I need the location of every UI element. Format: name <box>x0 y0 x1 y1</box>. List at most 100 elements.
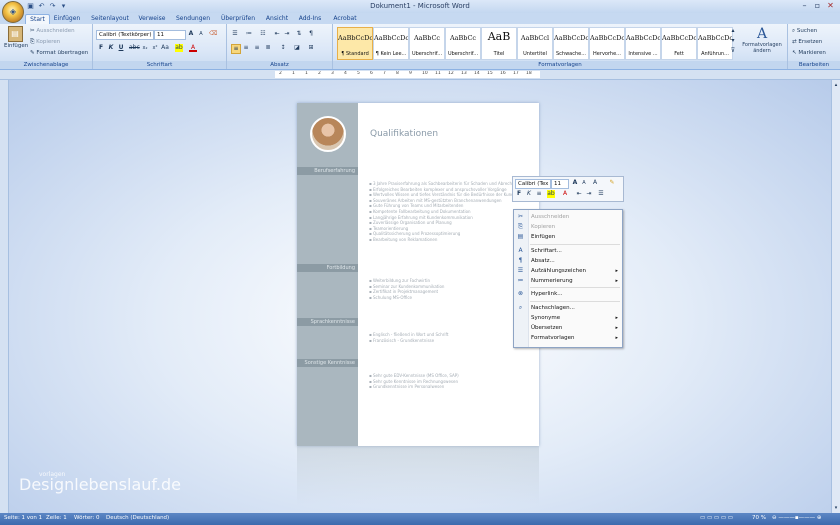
bold-icon[interactable]: F <box>97 44 105 52</box>
align-left-icon[interactable]: ≡ <box>231 44 241 54</box>
italic-icon[interactable]: K <box>107 44 115 52</box>
menu-item[interactable]: A Schriftart... <box>514 246 622 256</box>
menu-item[interactable]: Synonyme ▸ <box>514 313 622 323</box>
scroll-up-icon[interactable]: ▴ <box>833 82 839 88</box>
gallery-up-icon[interactable]: ▴ <box>729 27 737 35</box>
menu-item[interactable]: ¶ Absatz... <box>514 256 622 266</box>
mini-highlight-icon[interactable]: ab <box>547 190 555 198</box>
menu-item[interactable]: Übersetzen ▸ <box>514 323 622 333</box>
underline-icon[interactable]: U <box>117 44 125 52</box>
mini-bold-icon[interactable]: F <box>515 190 523 198</box>
mini-increase-indent-icon[interactable]: ⇥ <box>585 190 593 198</box>
tab-sendungen[interactable]: Sendungen <box>174 14 212 24</box>
font-size-field[interactable]: 11 <box>154 30 186 40</box>
highlight-icon[interactable]: ab <box>175 44 183 52</box>
menu-item[interactable]: ≔ Nummerierung ▸ <box>514 276 622 286</box>
grow-font-icon[interactable]: A <box>187 30 195 38</box>
zoom-slider[interactable]: ⊖ ———▪——— ⊕ <box>772 515 821 521</box>
tab-ansicht[interactable]: Ansicht <box>263 14 291 24</box>
status-page[interactable]: Seite: 1 von 1 <box>4 515 42 521</box>
gallery-more-icon[interactable]: ⊽ <box>729 47 737 55</box>
vertical-ruler[interactable] <box>0 80 9 513</box>
close-icon[interactable]: ✕ <box>824 1 837 11</box>
menu-item[interactable]: ☰ Aufzählungszeichen ▸ <box>514 266 622 276</box>
shrink-font-icon[interactable]: A <box>197 30 205 38</box>
view-buttons[interactable]: ▭ ▭ ▭ ▭ ▭ <box>700 515 733 521</box>
pilcrow-icon[interactable]: ¶ <box>307 30 315 38</box>
mini-shrink-font-icon[interactable]: A <box>580 179 588 187</box>
increase-indent-icon[interactable]: ⇥ <box>283 30 291 38</box>
shading-icon[interactable]: ◪ <box>293 44 301 52</box>
select-button[interactable]: ↖ Markieren <box>792 49 826 57</box>
tab-seitenlayout[interactable]: Seitenlayout <box>89 14 131 24</box>
align-right-icon[interactable]: ≡ <box>253 44 261 52</box>
horizontal-ruler[interactable]: 2 1 1 2 3 4 5 6 7 8 9 10 11 12 13 14 15 16 17 18 <box>0 70 840 80</box>
tab-acrobat[interactable]: Acrobat <box>330 14 360 24</box>
strikethrough-icon[interactable]: abc <box>129 44 140 52</box>
tab-einfuegen[interactable]: Einfügen <box>52 14 82 24</box>
align-center-icon[interactable]: ≡ <box>242 44 250 52</box>
style-gallery-item[interactable]: AaBbCcl Untertitel <box>517 27 553 60</box>
sort-icon[interactable]: ⇅ <box>295 30 303 38</box>
mini-decrease-indent-icon[interactable]: ⇤ <box>575 190 583 198</box>
tab-add-ins[interactable]: Add-Ins <box>296 14 324 24</box>
style-gallery-item[interactable]: AaBbCcDc Anführun... <box>697 27 733 60</box>
mini-italic-icon[interactable]: K <box>525 190 533 198</box>
subscript-icon[interactable]: x₂ <box>141 44 149 52</box>
office-button[interactable]: ◈ <box>2 1 24 23</box>
style-gallery-item[interactable]: AaBbCc Überschrif... <box>445 27 481 60</box>
decrease-indent-icon[interactable]: ⇤ <box>273 30 281 38</box>
mini-styles-icon[interactable]: A <box>591 179 599 187</box>
replace-button[interactable]: ⇄ Ersetzen <box>792 38 822 46</box>
tab-ueberpruefen[interactable]: Überprüfen <box>218 14 258 24</box>
document-area[interactable]: Qualifikationen Berufserfahrung 3 Jahre P… <box>9 80 831 513</box>
menu-item[interactable]: ⎘ Kopieren <box>514 222 622 232</box>
style-gallery-item[interactable]: AaBbCcDc ¶ Kein Lee... <box>373 27 409 60</box>
mini-center-icon[interactable]: ≡ <box>535 190 543 198</box>
superscript-icon[interactable]: x² <box>151 44 159 52</box>
vertical-scrollbar[interactable]: ▴ ▾ <box>831 80 840 513</box>
gallery-down-icon[interactable]: ▾ <box>729 37 737 45</box>
change-styles-button[interactable]: A Formatvorlagen ändern <box>741 26 783 60</box>
font-color-icon[interactable]: A <box>189 44 197 52</box>
paste-button[interactable]: ▤ Einfügen <box>4 26 28 52</box>
mini-font-color-icon[interactable]: A <box>561 190 569 198</box>
mini-grow-font-icon[interactable]: A <box>571 179 579 187</box>
clear-format-icon[interactable]: ⌫ <box>209 30 217 38</box>
mini-font-size-field[interactable]: 11 <box>551 179 569 189</box>
multilevel-list-icon[interactable]: ☷ <box>259 30 267 38</box>
style-gallery-item[interactable]: AaB Titel <box>481 27 517 60</box>
bullets-icon[interactable]: ☰ <box>231 30 239 38</box>
style-gallery-item[interactable]: AaBbCcDc ¶ Standard <box>337 27 373 60</box>
style-gallery-item[interactable]: AaBbCcDc Hervorhe... <box>589 27 625 60</box>
minimize-icon[interactable]: – <box>798 1 811 11</box>
mini-bullets-icon[interactable]: ☰ <box>597 190 605 198</box>
line-spacing-icon[interactable]: ↕ <box>279 44 287 52</box>
mini-font-name-field[interactable]: Calibri (Tex <box>515 179 551 189</box>
justify-icon[interactable]: ≣ <box>264 44 272 52</box>
find-button[interactable]: ⌕ Suchen <box>792 27 817 35</box>
menu-item[interactable]: ▤ Einfügen <box>514 232 622 242</box>
style-gallery-item[interactable]: AaBbCcDc Fett <box>661 27 697 60</box>
numbering-icon[interactable]: ≔ <box>245 30 253 38</box>
style-gallery-item[interactable]: AaBbCcDc Intensive ... <box>625 27 661 60</box>
style-gallery-item[interactable]: AaBbCcDc Schwache... <box>553 27 589 60</box>
font-name-field[interactable]: Calibri (Textkörper) <box>96 30 154 40</box>
tab-verweise[interactable]: Verweise <box>136 14 168 24</box>
style-gallery-item[interactable]: AaBbCc Überschrif... <box>409 27 445 60</box>
cut-button[interactable]: ✂ Ausschneiden <box>30 27 75 35</box>
menu-item[interactable]: ⊗ Hyperlink... <box>514 289 622 299</box>
maximize-icon[interactable]: ▫ <box>811 1 824 11</box>
menu-item[interactable]: ✂ Ausschneiden <box>514 212 622 222</box>
document-page[interactable]: Qualifikationen Berufserfahrung 3 Jahre P… <box>297 103 539 446</box>
scroll-down-icon[interactable]: ▾ <box>833 505 839 511</box>
borders-icon[interactable]: ⊞ <box>307 44 315 52</box>
format-painter-button[interactable]: ✎ Format übertragen <box>30 49 88 57</box>
status-words[interactable]: Wörter: 0 <box>74 515 100 521</box>
copy-button[interactable]: ⎘ Kopieren <box>30 38 60 46</box>
status-zoom[interactable]: 70 % <box>752 515 766 521</box>
mini-format-painter-icon[interactable]: ✎ <box>608 179 616 187</box>
change-case-icon[interactable]: Aa <box>161 44 169 52</box>
menu-item[interactable]: ⌕ Nachschlagen... <box>514 303 622 313</box>
status-language[interactable]: Deutsch (Deutschland) <box>106 515 169 521</box>
